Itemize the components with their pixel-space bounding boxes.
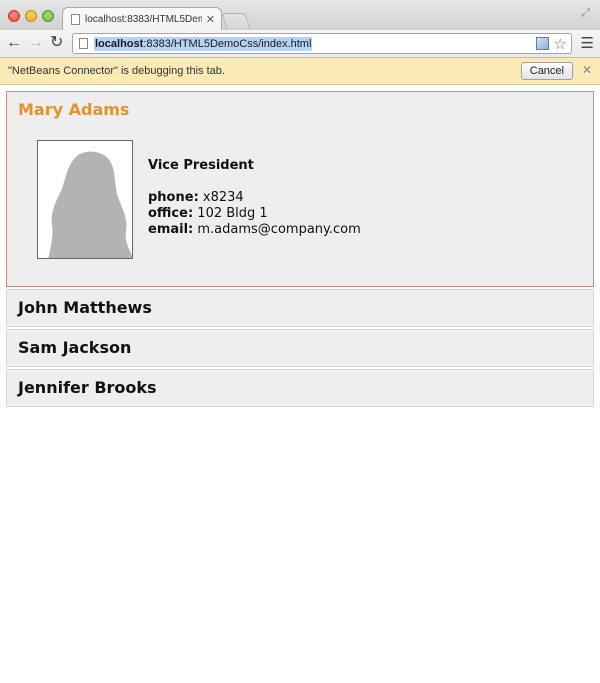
email-label: email: — [148, 222, 194, 237]
new-tab-button[interactable] — [221, 13, 251, 29]
url-host: localhost — [95, 37, 144, 50]
phone-value: x8234 — [202, 190, 244, 205]
fullscreen-icon[interactable]: ⤢ — [581, 7, 590, 20]
person-card-john-matthews[interactable]: John Matthews — [6, 289, 594, 327]
browser-tab[interactable]: localhost:8383/HTML5Demo ✕ — [62, 7, 222, 31]
debug-infobar: "NetBeans Connector" is debugging this t… — [0, 58, 600, 85]
infobar-message: "NetBeans Connector" is debugging this t… — [8, 65, 225, 77]
job-title: Vice President — [148, 158, 254, 173]
browser-toolbar: ← → ↻ localhost:8383/HTML5DemoCss/index.… — [0, 30, 600, 58]
office-row: office: 102 Bldg 1 — [148, 206, 361, 222]
forward-button[interactable]: → — [28, 34, 44, 52]
url-text[interactable]: localhost:8383/HTML5DemoCss/index.html — [94, 36, 313, 51]
extension-icon[interactable] — [536, 37, 549, 50]
people-list: Mary Adams Vice President phone: x8234 o… — [6, 91, 594, 409]
close-window-button[interactable] — [8, 10, 20, 22]
email-row: email: m.adams@company.com — [148, 222, 361, 238]
menu-icon[interactable]: ☰ — [581, 34, 594, 52]
address-bar[interactable]: localhost:8383/HTML5DemoCss/index.html ☆ — [72, 33, 572, 54]
email-value: m.adams@company.com — [197, 222, 361, 237]
person-name[interactable]: Jennifer Brooks — [7, 370, 593, 406]
page-icon — [71, 14, 80, 25]
silhouette-icon — [48, 151, 132, 258]
contact-info: Vice President phone: x8234 office: 102 … — [148, 158, 361, 238]
phone-row: phone: x8234 — [148, 190, 361, 206]
person-name[interactable]: Mary Adams — [7, 92, 593, 128]
reload-button[interactable]: ↻ — [50, 34, 63, 52]
back-button[interactable]: ← — [6, 34, 22, 52]
person-card-mary-adams[interactable]: Mary Adams Vice President phone: x8234 o… — [6, 91, 594, 287]
person-name[interactable]: Sam Jackson — [7, 330, 593, 366]
tab-title: localhost:8383/HTML5Demo — [85, 14, 202, 25]
cancel-button[interactable]: Cancel — [520, 62, 573, 80]
page-icon — [79, 38, 88, 49]
close-icon[interactable]: ✕ — [582, 63, 592, 77]
zoom-window-button[interactable] — [42, 10, 54, 22]
person-card-jennifer-brooks[interactable]: Jennifer Brooks — [6, 369, 594, 407]
url-path: :8383/HTML5DemoCss/index.html — [143, 37, 312, 50]
person-name[interactable]: John Matthews — [7, 290, 593, 326]
person-card-sam-jackson[interactable]: Sam Jackson — [6, 329, 594, 367]
tab-close-icon[interactable]: ✕ — [206, 13, 215, 26]
minimize-window-button[interactable] — [25, 10, 37, 22]
bookmark-star-icon[interactable]: ☆ — [554, 35, 567, 53]
phone-label: phone: — [148, 190, 199, 205]
office-value: 102 Bldg 1 — [197, 206, 268, 221]
avatar — [37, 140, 133, 259]
office-label: office: — [148, 206, 194, 221]
person-details: Vice President phone: x8234 office: 102 … — [7, 128, 593, 286]
title-bar: localhost:8383/HTML5Demo ✕ ⤢ — [0, 0, 600, 31]
